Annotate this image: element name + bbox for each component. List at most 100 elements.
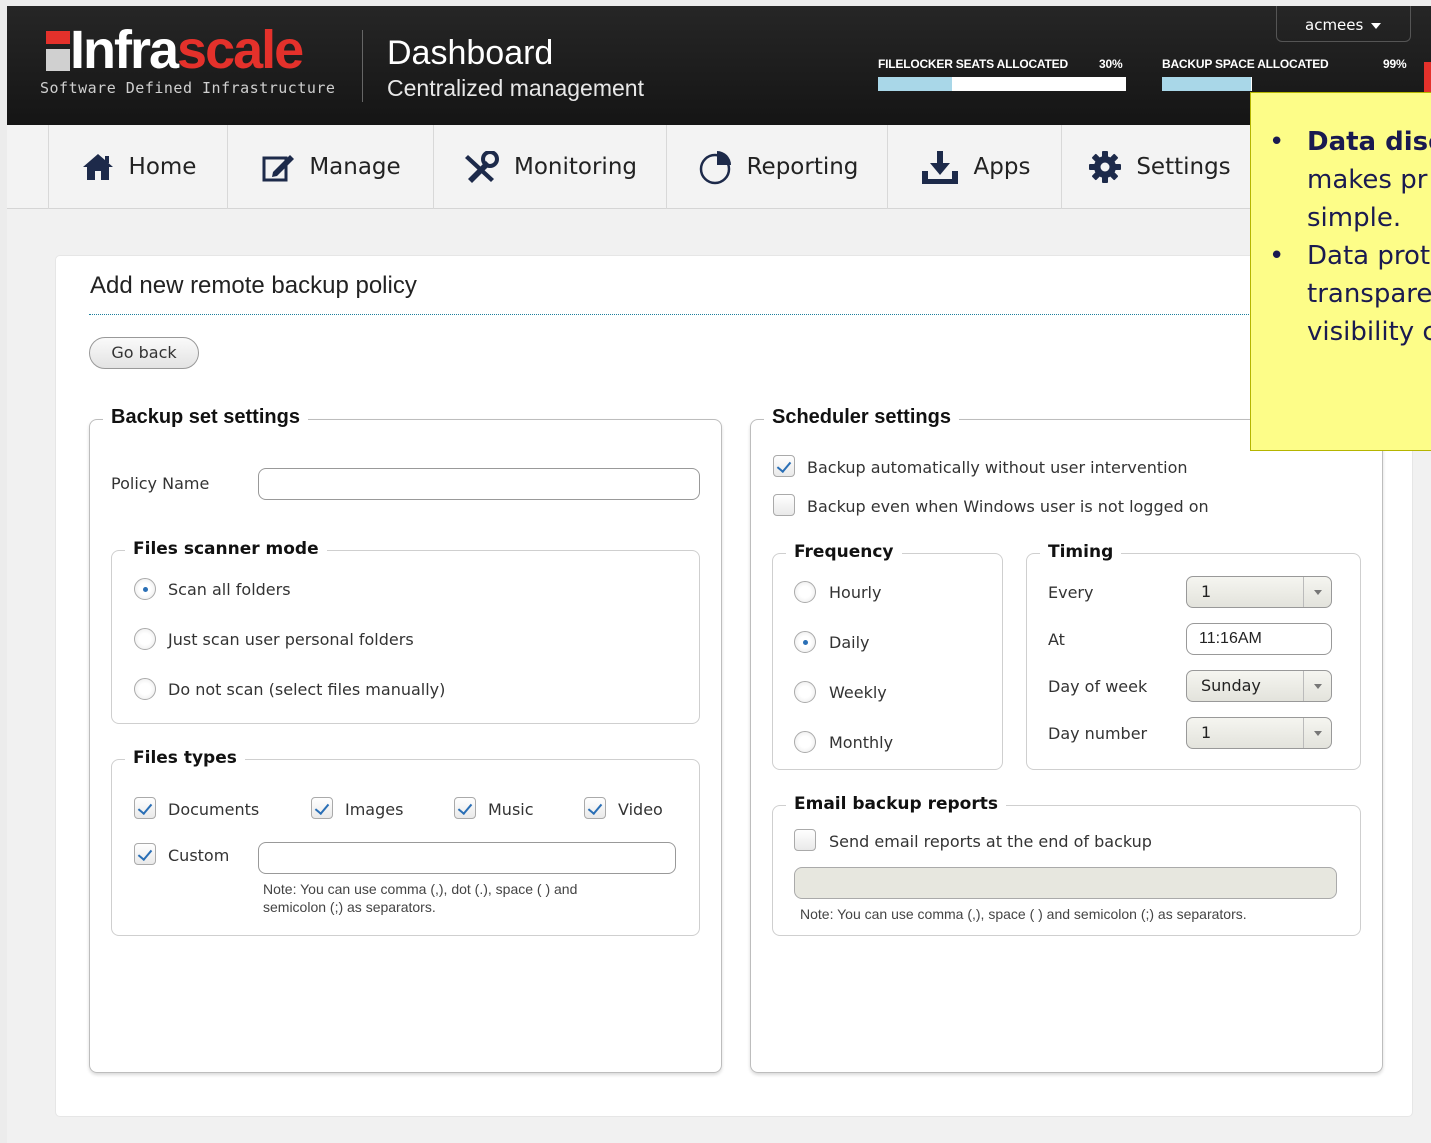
custom-note-line: Note: You can use comma (,), dot (.), sp… — [263, 881, 578, 897]
tooltip-item-cont: transpare — [1269, 275, 1431, 313]
logo-red-block — [46, 31, 70, 44]
nav-settings-label: Settings — [1136, 154, 1231, 180]
hourly-label: Hourly — [829, 583, 882, 602]
custom-note: Note: You can use comma (,), dot (.), sp… — [263, 880, 577, 916]
documents-label: Documents — [168, 800, 260, 819]
file-types-legend: Files types — [125, 748, 245, 768]
logo-wordmark: Infrascale — [70, 20, 304, 80]
filelocker-seats-label: FILELOCKER SEATS ALLOCATED — [878, 57, 1068, 71]
email-reports-legend: Email backup reports — [786, 794, 1006, 814]
scan-all-radio[interactable] — [134, 578, 156, 600]
every-label: Every — [1048, 583, 1094, 602]
daily-radio[interactable] — [794, 631, 816, 653]
weekly-radio[interactable] — [794, 681, 816, 703]
scan-personal-radio[interactable] — [134, 628, 156, 650]
chevron-down-icon — [1371, 22, 1382, 29]
send-email-label: Send email reports at the end of backup — [829, 832, 1152, 851]
feature-tooltip: Data disc makes pr simple. Data prot tra… — [1250, 92, 1431, 451]
nav-manage[interactable]: Manage — [227, 125, 434, 209]
documents-checkbox[interactable] — [134, 797, 156, 819]
no-scan-radio[interactable] — [134, 678, 156, 700]
filelocker-seats-value: 30% — [1099, 57, 1123, 71]
main-nav: Home Manage Monitoring Reporting Apps Se… — [7, 125, 1431, 209]
time-input[interactable] — [1186, 623, 1332, 655]
hourly-radio[interactable] — [794, 581, 816, 603]
not-logged-checkbox[interactable] — [773, 494, 795, 516]
scan-all-label: Scan all folders — [168, 580, 291, 599]
auto-backup-checkbox[interactable] — [773, 455, 795, 477]
day-of-week-select[interactable]: Sunday — [1186, 670, 1332, 702]
dashboard-title: Dashboard — [387, 34, 554, 72]
backup-set-legend: Backup set settings — [103, 406, 308, 429]
timing-legend: Timing — [1040, 542, 1122, 562]
email-note: Note: You can use comma (,), space ( ) a… — [800, 906, 1247, 922]
nav-reporting[interactable]: Reporting — [666, 125, 888, 209]
tooltip-list: Data disc makes pr simple. Data prot tra… — [1251, 93, 1431, 351]
logo-tagline: Software Defined Infrastructure — [40, 79, 336, 97]
logo-grey-block — [46, 49, 70, 71]
day-number-label: Day number — [1048, 724, 1148, 743]
policy-name-input[interactable] — [258, 468, 700, 500]
logo-part-scale: scale — [177, 20, 304, 80]
custom-checkbox[interactable] — [134, 843, 156, 865]
tooltip-item-text: makes pr — [1307, 165, 1428, 195]
go-back-button[interactable]: Go back — [89, 337, 199, 369]
page-title: Add new remote backup policy — [90, 272, 417, 299]
tooltip-item-bold: Data disc — [1307, 127, 1431, 157]
tooltip-item-text: simple. — [1307, 203, 1402, 233]
nav-reporting-label: Reporting — [746, 154, 859, 180]
tooltip-item-text: Data prot — [1307, 241, 1431, 271]
infrascale-logo[interactable]: Infrascale Software Defined Infrastructu… — [34, 23, 364, 102]
tools-icon — [464, 151, 500, 183]
scheduler-legend: Scheduler settings — [764, 406, 959, 429]
tooltip-item: Data prot — [1269, 237, 1431, 275]
tooltip-item-cont: simple. — [1269, 199, 1431, 237]
scan-personal-label: Just scan user personal folders — [168, 630, 414, 649]
tooltip-item-text: transpare — [1307, 279, 1431, 309]
nav-settings[interactable]: Settings — [1061, 125, 1257, 209]
nav-apps[interactable]: Apps — [887, 125, 1062, 209]
video-label: Video — [618, 800, 663, 819]
weekly-label: Weekly — [829, 683, 887, 702]
custom-extensions-input[interactable] — [258, 842, 676, 874]
header-top-strip — [7, 0, 1431, 6]
video-checkbox[interactable] — [584, 797, 606, 819]
email-address-input[interactable] — [794, 867, 1337, 899]
tooltip-item-cont: makes pr — [1269, 161, 1431, 199]
images-checkbox[interactable] — [311, 797, 333, 819]
nav-monitoring[interactable]: Monitoring — [433, 125, 667, 209]
send-email-checkbox[interactable] — [794, 829, 816, 851]
backup-space-fill — [1162, 77, 1252, 91]
header-divider — [362, 30, 363, 102]
nav-manage-label: Manage — [309, 154, 401, 180]
tooltip-item-text: visibility c — [1307, 317, 1431, 347]
custom-label: Custom — [168, 846, 230, 865]
tooltip-item-cont: visibility c — [1269, 313, 1431, 351]
music-checkbox[interactable] — [454, 797, 476, 819]
day-number-value: 1 — [1201, 723, 1212, 742]
policy-name-label: Policy Name — [111, 474, 210, 493]
day-number-select[interactable]: 1 — [1186, 717, 1332, 749]
monthly-radio[interactable] — [794, 731, 816, 753]
dashboard-subtitle: Centralized management — [387, 75, 644, 101]
filelocker-seats-fill — [878, 77, 953, 91]
images-label: Images — [345, 800, 404, 819]
title-divider — [89, 314, 1251, 315]
day-of-week-label: Day of week — [1048, 677, 1148, 696]
every-select[interactable]: 1 — [1186, 576, 1332, 608]
no-scan-label: Do not scan (select files manually) — [168, 680, 446, 699]
nav-apps-label: Apps — [973, 154, 1031, 180]
music-label: Music — [488, 800, 534, 819]
nav-home-label: Home — [128, 154, 197, 180]
filelocker-seats-bar — [878, 77, 1126, 91]
edit-icon — [261, 152, 295, 182]
custom-note-line: semicolon (;) as separators. — [263, 899, 436, 915]
auto-backup-label: Backup automatically without user interv… — [807, 458, 1188, 477]
monthly-label: Monthly — [829, 733, 894, 752]
user-menu[interactable]: acmees — [1276, 6, 1411, 42]
gear-icon — [1088, 150, 1122, 184]
backup-space-label: BACKUP SPACE ALLOCATED — [1162, 57, 1329, 71]
every-select-value: 1 — [1201, 582, 1212, 601]
backup-set-panel — [89, 419, 722, 1073]
nav-home[interactable]: Home — [48, 125, 228, 209]
